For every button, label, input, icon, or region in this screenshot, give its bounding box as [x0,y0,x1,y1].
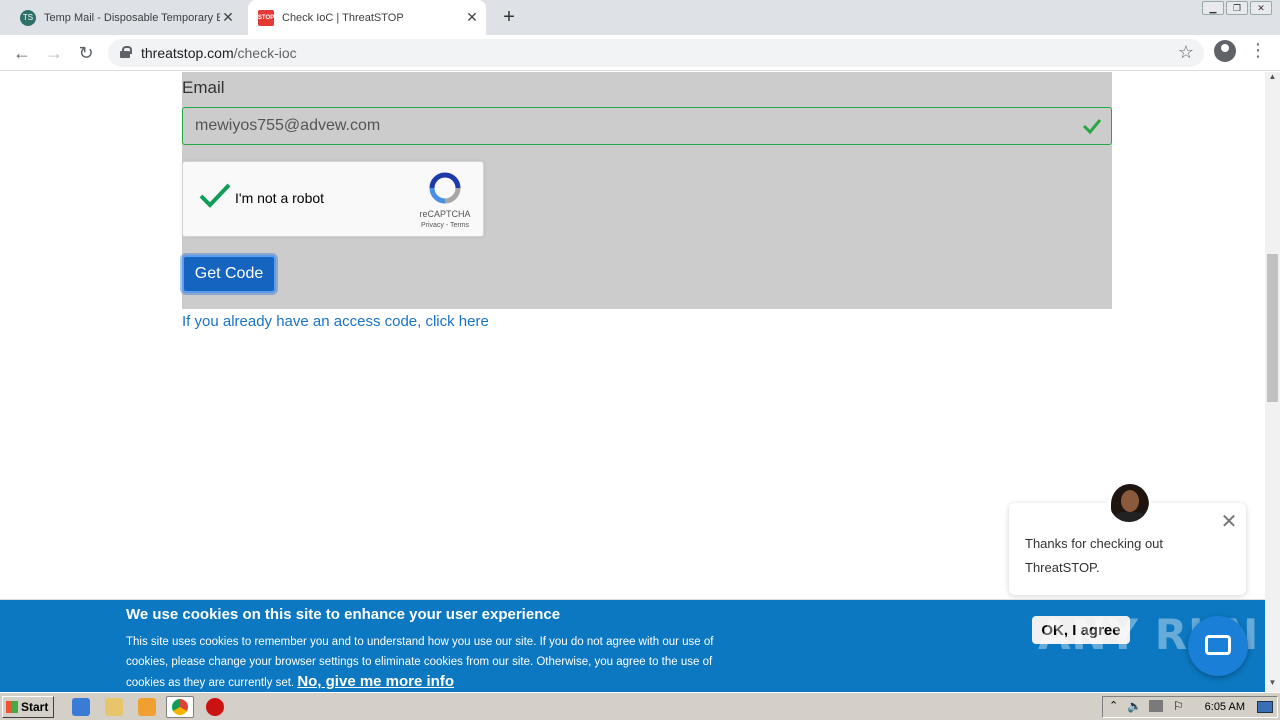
file-explorer-icon[interactable] [105,698,123,716]
recaptcha-logo-icon [429,172,461,204]
chrome-icon [172,699,188,715]
close-icon[interactable]: ✕ [1220,512,1238,532]
access-code-link[interactable]: If you already have an access code, clic… [182,313,489,330]
scroll-down-icon[interactable]: ▼ [1265,678,1280,692]
address-bar[interactable]: threatstop.com/check-ioc ☆ [108,39,1204,67]
browser-menu-icon[interactable]: ⋮ [1248,40,1268,64]
stop-sign-icon[interactable] [206,698,224,716]
threatstop-favicon-icon: STOP [258,9,274,26]
chat-icon [1205,635,1231,655]
chat-agent-avatar [1107,480,1151,524]
access-code-form: Email I'm not a robot reCAPTCHA Privacy … [182,72,1112,309]
valid-check-icon [1082,119,1102,135]
browser-toolbar: ← → ↻ threatstop.com/check-ioc ☆ [0,35,1280,71]
scroll-thumb[interactable] [1267,254,1278,402]
email-label: Email [182,78,225,97]
volume-icon[interactable]: 🔈 [1127,699,1142,713]
windows-taskbar: Start ⌃ 🔈 ⚐ 6:05 AM [0,692,1280,720]
tab-threatstop[interactable]: STOP Check IoC | ThreatSTOP ✕ [248,0,486,35]
recaptcha-privacy-terms[interactable]: Privacy - Terms [409,222,481,229]
windows-logo-icon [6,701,18,713]
url-path: /check-ioc [233,45,297,61]
lock-icon [120,46,132,58]
url-host: threatstop.com [141,45,234,61]
internet-explorer-icon[interactable] [72,698,90,716]
profile-avatar-icon[interactable] [1214,40,1236,62]
tab-title: Temp Mail - Disposable Temporary E [44,11,220,24]
chrome-taskbar-button[interactable] [166,696,194,718]
close-tab-icon[interactable]: ✕ [464,9,480,26]
tab-strip: TS Temp Mail - Disposable Temporary E ✕ … [0,0,1280,35]
start-label: Start [21,700,49,714]
cookie-banner-title: We use cookies on this site to enhance y… [126,606,561,623]
start-button[interactable]: Start [2,696,54,718]
tray-expand-icon[interactable]: ⌃ [1109,699,1118,712]
new-tab-button[interactable]: + [498,6,520,28]
get-code-button[interactable]: Get Code [182,255,276,293]
cookie-banner: We use cookies on this site to enhance y… [0,599,1265,692]
action-center-flag-icon[interactable]: ⚐ [1173,699,1184,713]
scroll-up-icon[interactable]: ▲ [1265,72,1280,86]
page-content: Email I'm not a robot reCAPTCHA Privacy … [0,72,1265,692]
clock: 6:05 AM [1204,701,1245,713]
close-window-icon[interactable]: ✕ [1250,1,1272,15]
restore-icon[interactable]: ❐ [1226,1,1248,15]
page-scrollbar[interactable]: ▲ ▼ [1265,72,1280,692]
email-field[interactable] [182,107,1112,145]
recaptcha-label: I'm not a robot [235,190,325,206]
system-tray: ⌃ 🔈 ⚐ 6:05 AM [1102,696,1278,718]
recaptcha-widget: I'm not a robot reCAPTCHA Privacy - Term… [182,161,484,237]
bookmark-star-icon[interactable]: ☆ [1178,42,1194,63]
minimize-icon[interactable]: ▁ [1202,1,1224,15]
tab-temp-mail[interactable]: TS Temp Mail - Disposable Temporary E ✕ [12,0,242,35]
back-icon[interactable]: ← [8,39,36,67]
cookie-banner-text: This site uses cookies to remember you a… [126,633,736,692]
show-desktop-icon[interactable] [1257,701,1273,713]
tab-title: Check IoC | ThreatSTOP [282,11,404,24]
temp-mail-favicon-icon: TS [20,9,36,26]
recaptcha-checkbox[interactable] [199,182,231,210]
url-text[interactable]: threatstop.com/check-ioc [141,45,297,61]
more-info-link[interactable]: No, give me more info [297,673,454,690]
network-icon[interactable] [1149,700,1163,712]
window-controls: ▁ ❐ ✕ [1202,1,1272,15]
recaptcha-brand: reCAPTCHA [419,209,471,219]
chat-launcher-button[interactable] [1188,616,1248,676]
chat-message: Thanks for checking out ThreatSTOP. [1025,536,1164,575]
close-tab-icon[interactable]: ✕ [220,9,236,26]
reload-icon[interactable]: ↻ [72,39,100,67]
media-player-icon[interactable] [138,698,156,716]
forward-icon[interactable]: → [40,39,68,67]
